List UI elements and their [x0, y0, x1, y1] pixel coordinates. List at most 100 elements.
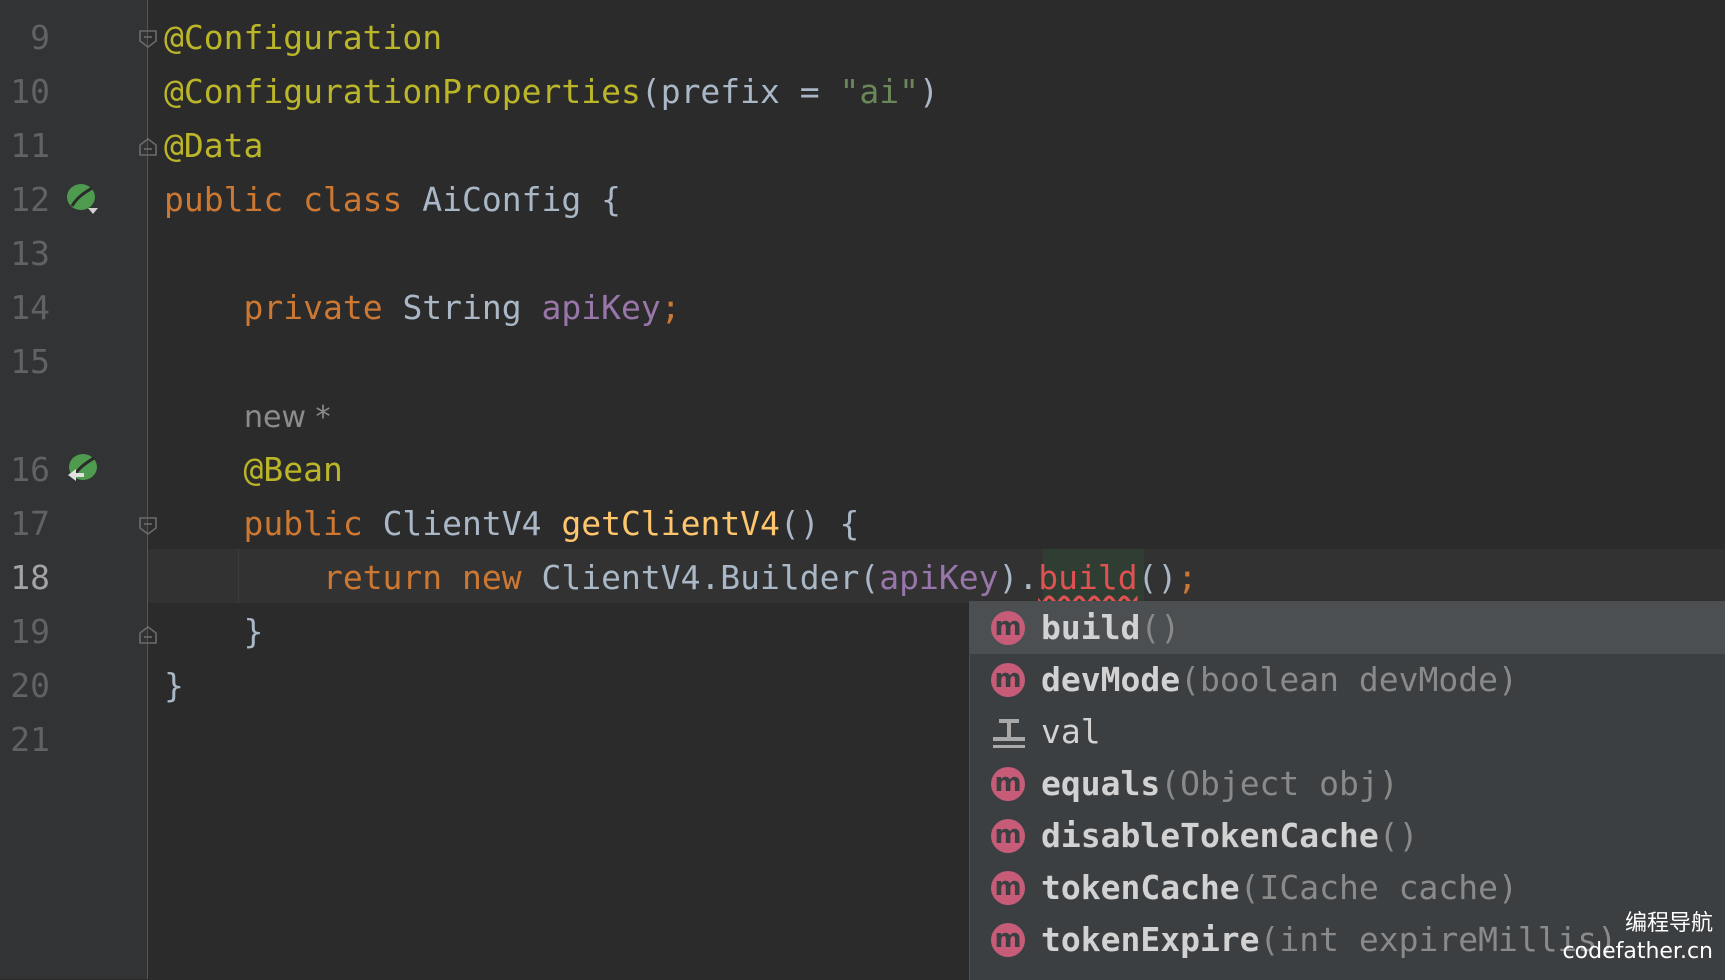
- code-token: apiKey: [879, 558, 999, 597]
- completion-item-signature: (): [1378, 816, 1419, 855]
- fold-collapse-icon[interactable]: [137, 515, 159, 537]
- line-number: 10: [10, 72, 50, 111]
- completion-item-devMode[interactable]: m devMode(boolean devMode): [970, 654, 1725, 706]
- line-number: 13: [10, 234, 50, 273]
- completion-item-name: equals: [1041, 764, 1161, 803]
- code-token: @Configuration: [164, 18, 443, 57]
- completion-item-disableTokenCache[interactable]: m disableTokenCache(): [970, 810, 1725, 862]
- code-line[interactable]: 18 return new ClientV4.Builder(apiKey).b…: [0, 551, 1725, 605]
- code-token: String: [402, 288, 542, 327]
- completion-item-signature: (): [1140, 608, 1181, 647]
- code-line[interactable]: 14 private String apiKey;: [0, 281, 1725, 335]
- inlay-hint-new[interactable]: new *: [244, 391, 331, 445]
- watermark: 编程导航 codefather.cn: [1563, 910, 1713, 966]
- code-line[interactable]: 11 @Data: [0, 119, 1725, 173]
- line-number: 19: [10, 612, 50, 651]
- line-number: 11: [10, 126, 50, 165]
- unresolved-symbol: build: [1038, 558, 1138, 597]
- code-text[interactable]: @Bean: [164, 443, 343, 497]
- code-text[interactable]: public ClientV4 getClientV4() {: [164, 497, 859, 551]
- completion-item-signature: (ICache cache): [1239, 868, 1518, 907]
- code-text[interactable]: }: [164, 605, 263, 659]
- line-number: 9: [30, 18, 50, 57]
- completion-item-name: val: [1041, 712, 1101, 751]
- code-token: ): [919, 72, 939, 111]
- code-token: }: [164, 666, 184, 705]
- completion-item-name: tokenCache: [1041, 868, 1240, 907]
- code-token: @ConfigurationProperties: [164, 72, 641, 111]
- code-token: ClientV4.Builder(: [541, 558, 880, 597]
- code-token: (prefix =: [640, 72, 840, 111]
- fold-end-icon[interactable]: [137, 624, 159, 646]
- completion-item-text: equals(Object obj): [1041, 758, 1399, 810]
- code-line[interactable]: 13: [0, 227, 1725, 281]
- completion-item-signature: (boolean devMode): [1180, 660, 1518, 699]
- code-line[interactable]: 16 @Bean: [0, 443, 1725, 497]
- completion-item-build[interactable]: m build(): [970, 602, 1725, 654]
- completion-item-signature: (Object obj): [1160, 764, 1399, 803]
- code-token: (): [1137, 558, 1178, 597]
- method-icon: m: [991, 923, 1025, 957]
- completion-item-text: disableTokenCache(): [1041, 810, 1419, 862]
- line-number: 20: [10, 666, 50, 705]
- completion-item-tokenCache[interactable]: m tokenCache(ICache cache): [970, 862, 1725, 914]
- code-token: ;: [1177, 558, 1198, 597]
- code-token: AiConfig {: [422, 180, 621, 219]
- code-token: @Data: [164, 126, 264, 165]
- code-token: @Bean: [243, 450, 343, 489]
- code-line[interactable]: 17 public ClientV4 getClientV4() {: [0, 497, 1725, 551]
- code-token: ClientV4: [382, 504, 562, 543]
- code-text[interactable]: public class AiConfig {: [164, 173, 621, 227]
- line-number: 12: [10, 180, 50, 219]
- code-token: () {: [779, 504, 860, 543]
- code-token: public: [243, 504, 383, 543]
- code-token: ).: [998, 558, 1039, 597]
- code-token: return new: [322, 558, 542, 597]
- completion-item-equals[interactable]: m equals(Object obj): [970, 758, 1725, 810]
- code-text[interactable]: @Configuration: [164, 11, 442, 65]
- completion-item-text: val: [1041, 706, 1101, 758]
- code-token: ;: [660, 288, 681, 327]
- completion-item-name: devMode: [1041, 660, 1181, 699]
- code-line[interactable]: 9 @Configuration: [0, 11, 1725, 65]
- method-icon: m: [991, 819, 1025, 853]
- code-token: getClientV4: [561, 504, 780, 543]
- method-icon: m: [991, 767, 1025, 801]
- line-number: 17: [10, 504, 50, 543]
- code-text[interactable]: private String apiKey;: [164, 281, 681, 335]
- code-text[interactable]: @ConfigurationProperties(prefix = "ai"): [164, 65, 939, 119]
- code-line[interactable]: 12 public class AiConfig {: [0, 173, 1725, 227]
- spring-bean-icon[interactable]: [64, 180, 100, 216]
- code-token: apiKey: [541, 288, 661, 327]
- fold-collapse-icon[interactable]: [137, 28, 159, 50]
- line-number: 16: [10, 450, 50, 489]
- completion-item-text: tokenCache(ICache cache): [1041, 862, 1518, 914]
- code-line[interactable]: 15: [0, 335, 1725, 389]
- line-number: 21: [10, 720, 50, 759]
- fold-end-icon[interactable]: [137, 136, 159, 158]
- code-token: }: [164, 612, 264, 651]
- code-text[interactable]: @Data: [164, 119, 263, 173]
- line-number: 15: [10, 342, 50, 381]
- code-line[interactable]: 10 @ConfigurationProperties(prefix = "ai"…: [0, 65, 1725, 119]
- watermark-title: 编程导航: [1624, 911, 1713, 936]
- completion-item-text: devMode(boolean devMode): [1041, 654, 1518, 706]
- code-token: private: [243, 288, 403, 327]
- completion-item-val[interactable]: val: [970, 706, 1725, 758]
- method-icon: m: [991, 611, 1025, 645]
- code-text[interactable]: return new ClientV4.Builder(apiKey).buil…: [164, 551, 1197, 605]
- live-template-icon: [993, 719, 1025, 748]
- completion-item-text: tokenExpire(int expireMillis): [1041, 914, 1617, 966]
- spring-bean-navigate-icon[interactable]: [64, 451, 100, 487]
- code-text[interactable]: }: [164, 659, 184, 713]
- completion-item-text: build(): [1041, 602, 1180, 654]
- watermark-url: codefather.cn: [1562, 939, 1713, 964]
- code-token: public class: [164, 180, 423, 219]
- completion-item-name: build: [1041, 608, 1141, 647]
- line-number: 18: [10, 558, 50, 597]
- line-number: 14: [10, 288, 50, 327]
- method-icon: m: [991, 663, 1025, 697]
